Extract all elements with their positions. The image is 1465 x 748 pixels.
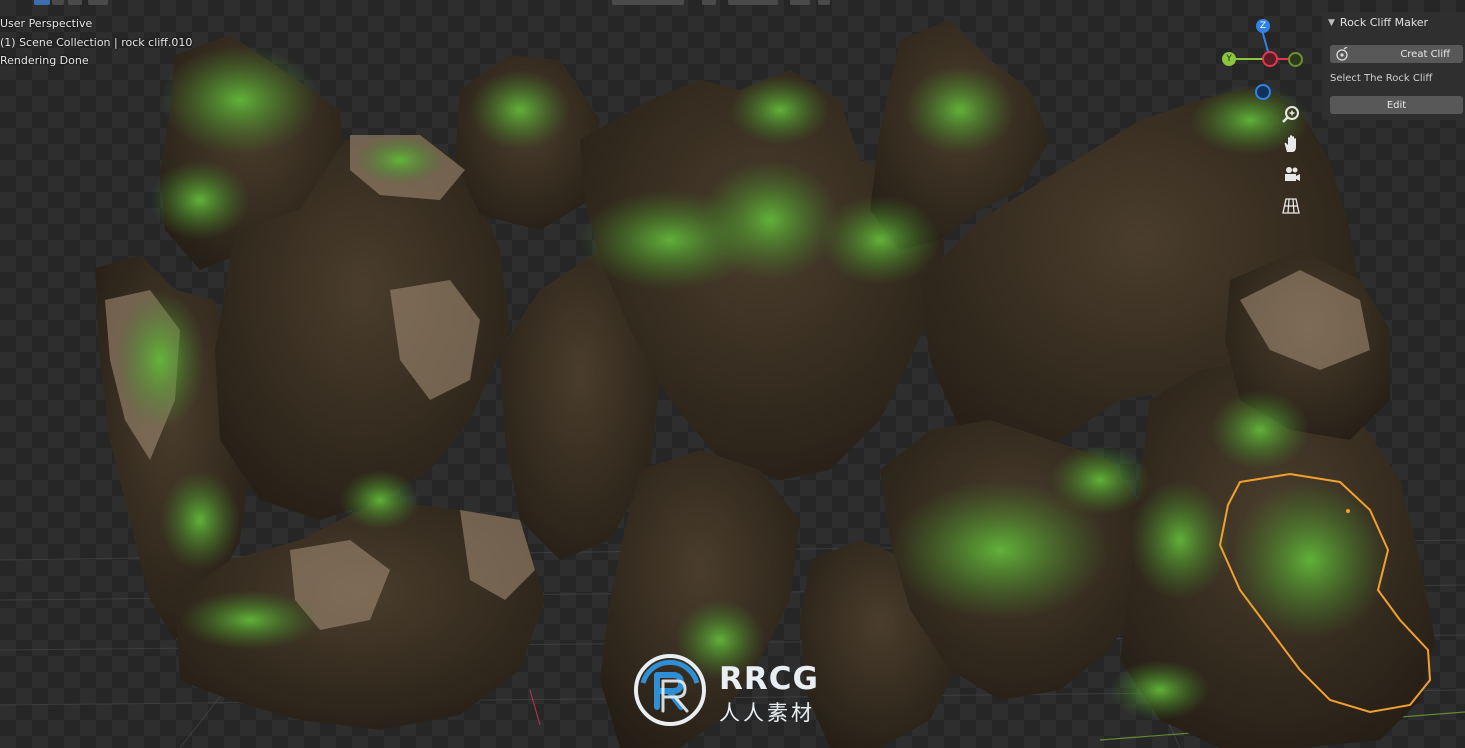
create-cliff-label: Creat Cliff [1400,48,1450,60]
header-button[interactable] [790,0,810,5]
watermark-title: RRCG [719,661,819,697]
panel-header[interactable]: ▼ Rock Cliff Maker [1328,16,1428,29]
3d-viewport[interactable]: User Perspective (1) Scene Collection | … [0,0,1465,748]
panel-title: Rock Cliff Maker [1339,16,1429,29]
rock-cliff-maker-panel: ▼ Rock Cliff Maker Creat Cliff Select Th… [1322,12,1465,120]
header-button[interactable] [818,0,830,5]
hand-pan-icon[interactable] [1281,134,1301,154]
watermark-subtitle: 人人素材 [719,701,815,725]
gizmo-y-axis[interactable]: Y [1222,52,1236,66]
header-button[interactable] [728,0,778,5]
gizmo-x-positive[interactable] [1288,52,1303,67]
header-button[interactable] [34,0,50,5]
gizmo-z-axis[interactable]: Z [1256,19,1270,33]
select-rock-label: Select The Rock Cliff [1330,73,1433,84]
edit-button[interactable]: Edit [1330,96,1463,114]
collection-label: (1) Scene Collection | rock cliff.010 [0,36,193,49]
header-button[interactable] [702,0,716,5]
cliff-operator-icon [1336,47,1348,61]
gizmo-x-negative[interactable] [1262,51,1278,67]
camera-icon[interactable] [1281,165,1301,185]
chevron-down-icon: ▼ [1328,17,1335,28]
y-axis-line [529,689,541,726]
edit-label: Edit [1386,99,1407,111]
render-status-label: Rendering Done [0,54,89,67]
header-button[interactable] [68,0,82,5]
create-cliff-button[interactable]: Creat Cliff [1330,45,1463,63]
header-button[interactable] [612,0,684,5]
viewport-header-strip [0,0,1465,8]
rrcg-watermark: RRCG 人人素材 [633,653,843,729]
grid-ortho-icon[interactable] [1281,196,1301,216]
header-button[interactable] [88,0,108,5]
zoom-icon[interactable] [1281,105,1301,125]
selected-origin-dot [1346,509,1350,513]
rock-cliff-scene [0,20,1465,748]
navigation-gizmo[interactable]: Z Y [1214,14,1306,106]
header-button[interactable] [52,0,64,5]
view-name-label: User Perspective [0,17,93,30]
rrcg-logo-icon [634,654,706,726]
gizmo-z-negative[interactable] [1255,84,1271,100]
gizmo-y-label: Y [1226,54,1232,64]
gizmo-z-label: Z [1259,21,1267,31]
